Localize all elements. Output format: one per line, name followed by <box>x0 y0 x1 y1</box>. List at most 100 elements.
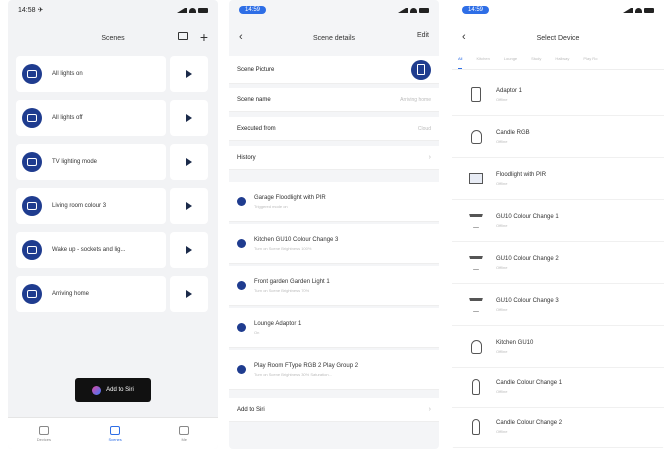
status-time: 14:59 <box>239 6 267 14</box>
wifi-icon <box>635 7 642 13</box>
add-to-siri-row[interactable]: Add to Siri › <box>229 398 439 422</box>
scenes-screen: 14:58 ✈ Scenes + All lights on All light… <box>8 0 218 449</box>
scene-icon <box>22 284 42 304</box>
scene-card[interactable]: All lights off <box>16 100 166 136</box>
status-time: 14:58 ✈ <box>18 7 44 14</box>
action-icon <box>237 239 246 248</box>
cast-icon[interactable] <box>177 32 188 40</box>
spotlight-icon <box>469 213 483 228</box>
action-item[interactable]: Garage Floodlight with PIR Triggered mode… <box>229 182 439 222</box>
tab-all[interactable]: All <box>458 56 463 69</box>
home-icon <box>38 425 49 435</box>
scene-picture-icon <box>411 59 431 80</box>
signal-icon <box>177 7 187 13</box>
scene-row: Living room colour 3 <box>16 188 208 224</box>
category-tabs: All Kitchen Lounge Study Hallway Play Ro <box>452 56 664 70</box>
scene-icon <box>22 152 42 172</box>
scene-label: Arriving home <box>52 291 90 297</box>
action-item[interactable]: Lounge Adaptor 1 On <box>229 308 439 348</box>
edit-button[interactable]: Edit <box>417 32 429 39</box>
person-icon <box>179 425 190 435</box>
tab-kitchen[interactable]: Kitchen <box>476 56 489 69</box>
tab-study[interactable]: Study <box>531 56 541 69</box>
device-item[interactable]: GU10 Colour Change 1 Offline <box>452 200 664 242</box>
device-item[interactable]: GU10 Colour Change 3 Offline <box>452 284 664 326</box>
bulb-icon <box>470 129 482 144</box>
device-item[interactable]: Adaptor 1 Offline <box>452 74 664 116</box>
play-scene-button[interactable] <box>170 232 208 268</box>
action-icon <box>237 365 246 374</box>
status-bar: 14:59 <box>229 0 439 20</box>
scene-label: Living room colour 3 <box>52 203 107 209</box>
action-icon <box>237 323 246 332</box>
add-scene-icon[interactable]: + <box>200 30 208 44</box>
scene-picture-row[interactable]: Scene Picture <box>229 56 439 84</box>
chevron-right-icon: › <box>428 406 431 413</box>
tab-play-room[interactable]: Play Ro <box>583 56 597 69</box>
play-scene-button[interactable] <box>170 100 208 136</box>
chevron-right-icon: › <box>428 154 431 161</box>
scene-card[interactable]: Wake up - sockets and lig... <box>16 232 166 268</box>
device-item[interactable]: Floodlight with PIR Offline <box>452 158 664 200</box>
page-title: Scenes <box>101 34 125 42</box>
play-scene-button[interactable] <box>170 144 208 180</box>
bulb-icon <box>470 339 482 354</box>
play-scene-button[interactable] <box>170 276 208 312</box>
scene-label: All lights on <box>52 71 83 77</box>
page-title: Select Device <box>536 34 580 42</box>
scene-name-row[interactable]: Scene name Arriving home <box>229 88 439 112</box>
scene-card[interactable]: Living room colour 3 <box>16 188 166 224</box>
siri-icon <box>92 385 102 395</box>
candle-icon <box>472 378 480 395</box>
scene-label: Wake up - sockets and lig... <box>52 247 126 253</box>
page-title: Scene details <box>312 34 356 42</box>
scene-icon <box>22 240 42 260</box>
scene-row: Wake up - sockets and lig... <box>16 232 208 268</box>
battery-icon <box>644 7 654 13</box>
scene-row: TV lighting mode <box>16 144 208 180</box>
tab-bar: Devices Scenes Me <box>8 417 218 449</box>
action-item[interactable]: Kitchen GU10 Colour Change 3 Turn on Scen… <box>229 224 439 264</box>
back-icon[interactable]: ‹ <box>462 31 466 43</box>
device-item[interactable]: Candle Colour Change 1 Offline <box>452 366 664 408</box>
recycle-icon <box>110 425 121 435</box>
action-item[interactable]: Front garden Garden Light 1 Turn on Scene… <box>229 266 439 306</box>
scene-label: TV lighting mode <box>52 159 98 165</box>
scene-label: All lights off <box>52 115 83 121</box>
tab-lounge[interactable]: Lounge <box>504 56 517 69</box>
scene-icon <box>22 108 42 128</box>
add-to-siri-button[interactable]: Add to Siri <box>75 378 151 402</box>
scene-icon <box>22 196 42 216</box>
scene-details-screen: 14:59 ‹ Scene details Edit Scene Picture… <box>229 0 439 449</box>
signal-icon <box>623 7 633 13</box>
play-scene-button[interactable] <box>170 56 208 92</box>
play-scene-button[interactable] <box>170 188 208 224</box>
device-item[interactable]: GU10 Colour Change 2 Offline <box>452 242 664 284</box>
scene-card[interactable]: Arriving home <box>16 276 166 312</box>
spotlight-icon <box>469 255 483 270</box>
tab-scenes[interactable]: Scenes <box>108 425 122 442</box>
back-icon[interactable]: ‹ <box>239 31 243 43</box>
status-bar: 14:59 <box>452 0 664 20</box>
action-icon <box>237 197 246 206</box>
device-item[interactable]: Candle Colour Change 2 Offline <box>452 406 664 448</box>
scene-row: All lights on <box>16 56 208 92</box>
battery-icon <box>198 7 208 13</box>
device-item[interactable]: Candle RGB Offline <box>452 116 664 158</box>
battery-icon <box>419 7 429 13</box>
wifi-icon <box>410 7 417 13</box>
status-time: 14:59 <box>462 6 490 14</box>
tab-devices[interactable]: Devices <box>37 425 51 442</box>
signal-icon <box>398 7 408 13</box>
spotlight-icon <box>469 297 483 312</box>
device-item[interactable]: Kitchen GU10 Offline <box>452 326 664 368</box>
scene-card[interactable]: TV lighting mode <box>16 144 166 180</box>
tab-hallway[interactable]: Hallway <box>555 56 569 69</box>
tab-me[interactable]: Me <box>179 425 190 442</box>
history-row[interactable]: History › <box>229 146 439 170</box>
floodlight-icon <box>469 173 483 184</box>
action-item[interactable]: Play Room FType RGB 2 Play Group 2 Turn o… <box>229 350 439 390</box>
scene-icon <box>22 64 42 84</box>
scene-card[interactable]: All lights on <box>16 56 166 92</box>
executed-from-row[interactable]: Executed from Cloud <box>229 117 439 141</box>
